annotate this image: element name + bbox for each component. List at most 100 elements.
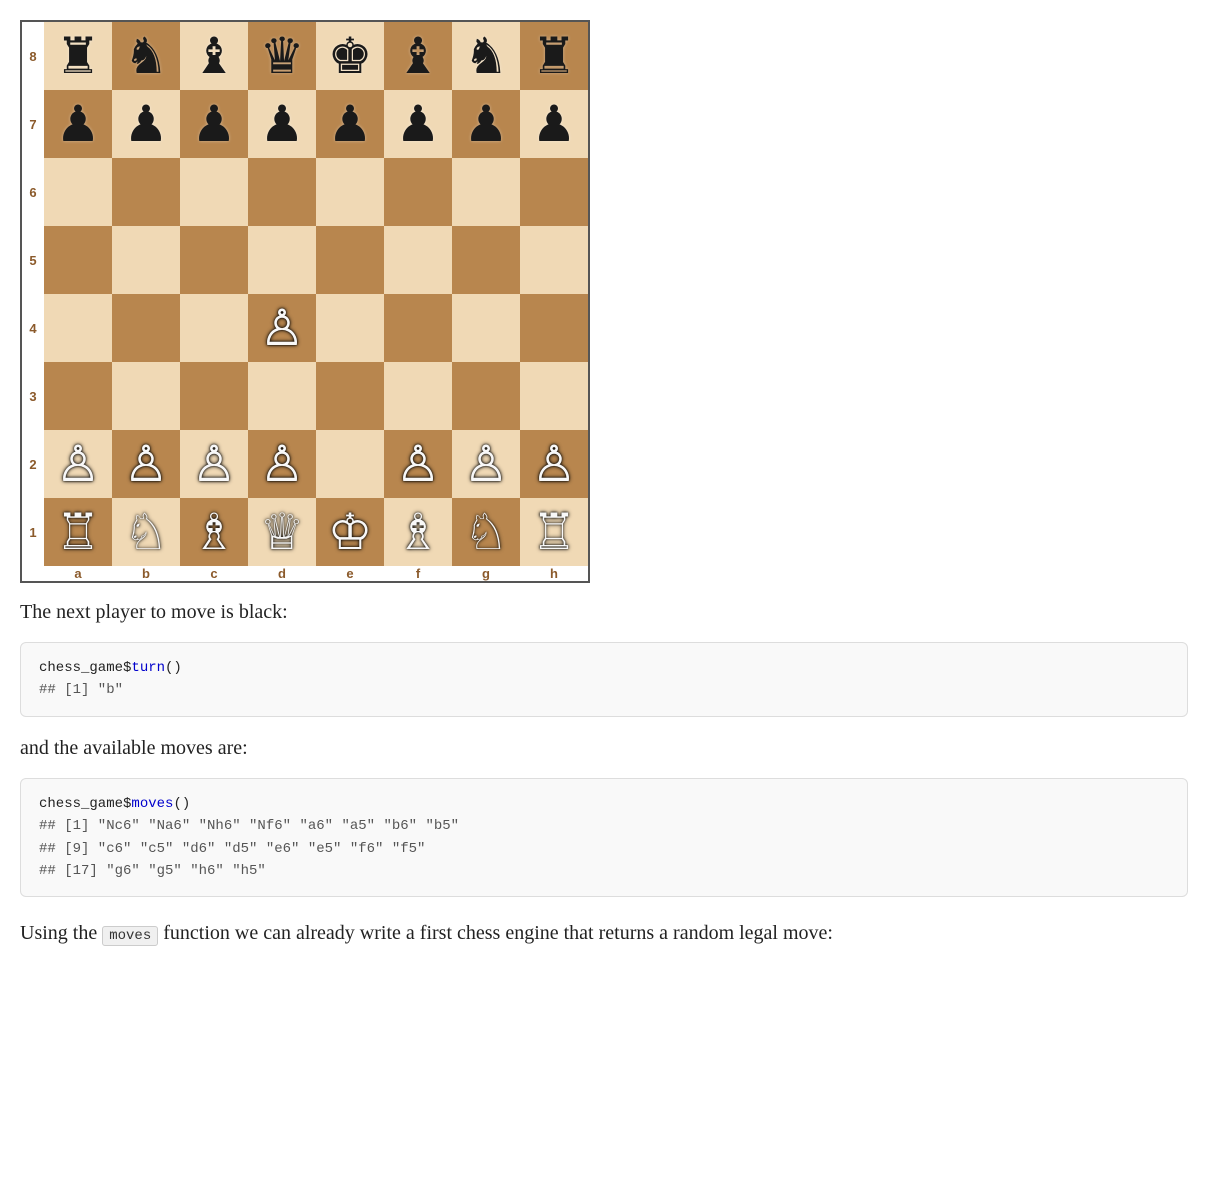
board-rank-4: 4♙ xyxy=(22,294,588,362)
square-a5 xyxy=(44,226,112,294)
square-g8: ♞ xyxy=(452,22,520,90)
square-b6 xyxy=(112,158,180,226)
square-f5 xyxy=(384,226,452,294)
square-f2: ♙ xyxy=(384,430,452,498)
black-pawn-b7: ♟ xyxy=(124,99,169,149)
white-rook-h1: ♖ xyxy=(532,507,577,557)
square-h3 xyxy=(520,362,588,430)
square-g1: ♘ xyxy=(452,498,520,566)
moves-code-line2: ## [1] "Nc6" "Na6" "Nh6" "Nf6" "a6" "a5"… xyxy=(39,815,1169,837)
turn-code-block: chess_game$turn() ## [1] "b" xyxy=(20,642,1188,717)
square-a6 xyxy=(44,158,112,226)
square-f8: ♝ xyxy=(384,22,452,90)
square-b1: ♘ xyxy=(112,498,180,566)
white-knight-g1: ♘ xyxy=(464,507,509,557)
square-g3 xyxy=(452,362,520,430)
black-pawn-c7: ♟ xyxy=(192,99,237,149)
square-b8: ♞ xyxy=(112,22,180,90)
square-h5 xyxy=(520,226,588,294)
black-rook-a8: ♜ xyxy=(56,31,101,81)
rank-label-3: 3 xyxy=(22,389,44,404)
moves-code-block: chess_game$moves() ## [1] "Nc6" "Na6" "N… xyxy=(20,778,1188,898)
square-d2: ♙ xyxy=(248,430,316,498)
file-labels-row: abcdefgh xyxy=(44,566,588,581)
black-rook-h8: ♜ xyxy=(532,31,577,81)
square-g4 xyxy=(452,294,520,362)
using-rest-text: function we can already write a first ch… xyxy=(163,922,833,944)
square-b5 xyxy=(112,226,180,294)
black-pawn-f7: ♟ xyxy=(396,99,441,149)
rank-label-4: 4 xyxy=(22,321,44,336)
white-pawn-d4: ♙ xyxy=(260,303,305,353)
square-e1: ♔ xyxy=(316,498,384,566)
chess-board-section: 8♜♞♝♛♚♝♞♜7♟♟♟♟♟♟♟♟654♙32♙♙♙♙♙♙♙1♖♘♗♕♔♗♘♖… xyxy=(20,20,1188,583)
square-h8: ♜ xyxy=(520,22,588,90)
square-e6 xyxy=(316,158,384,226)
black-knight-b8: ♞ xyxy=(124,31,169,81)
white-pawn-d2: ♙ xyxy=(260,439,305,489)
board-rank-1: 1♖♘♗♕♔♗♘♖ xyxy=(22,498,588,566)
chess-board-container: 8♜♞♝♛♚♝♞♜7♟♟♟♟♟♟♟♟654♙32♙♙♙♙♙♙♙1♖♘♗♕♔♗♘♖… xyxy=(20,20,1188,583)
square-d4: ♙ xyxy=(248,294,316,362)
square-c8: ♝ xyxy=(180,22,248,90)
white-rook-a1: ♖ xyxy=(56,507,101,557)
white-pawn-a2: ♙ xyxy=(56,439,101,489)
square-c1: ♗ xyxy=(180,498,248,566)
black-pawn-d7: ♟ xyxy=(260,99,305,149)
black-queen-d8: ♛ xyxy=(260,31,305,81)
file-label-c: c xyxy=(180,566,248,581)
file-label-b: b xyxy=(112,566,180,581)
square-f4 xyxy=(384,294,452,362)
file-label-a: a xyxy=(44,566,112,581)
square-h2: ♙ xyxy=(520,430,588,498)
white-bishop-c1: ♗ xyxy=(192,507,237,557)
white-pawn-c2: ♙ xyxy=(192,439,237,489)
square-g6 xyxy=(452,158,520,226)
rank-label-7: 7 xyxy=(22,117,44,132)
and-available-text: and the available moves are: xyxy=(20,737,1188,760)
file-label-f: f xyxy=(384,566,452,581)
rank-label-6: 6 xyxy=(22,185,44,200)
square-e7: ♟ xyxy=(316,90,384,158)
square-c4 xyxy=(180,294,248,362)
square-d1: ♕ xyxy=(248,498,316,566)
square-d3 xyxy=(248,362,316,430)
using-the-text: Using the xyxy=(20,922,97,944)
moves-code-line1: chess_game$moves() xyxy=(39,793,1169,815)
square-a7: ♟ xyxy=(44,90,112,158)
board-rank-6: 6 xyxy=(22,158,588,226)
black-bishop-f8: ♝ xyxy=(396,31,441,81)
white-knight-b1: ♘ xyxy=(124,507,169,557)
square-a2: ♙ xyxy=(44,430,112,498)
square-e8: ♚ xyxy=(316,22,384,90)
square-a1: ♖ xyxy=(44,498,112,566)
square-d5 xyxy=(248,226,316,294)
white-pawn-f2: ♙ xyxy=(396,439,441,489)
black-pawn-a7: ♟ xyxy=(56,99,101,149)
square-e3 xyxy=(316,362,384,430)
square-h7: ♟ xyxy=(520,90,588,158)
square-f3 xyxy=(384,362,452,430)
file-label-d: d xyxy=(248,566,316,581)
black-king-e8: ♚ xyxy=(328,31,373,81)
square-d8: ♛ xyxy=(248,22,316,90)
file-label-g: g xyxy=(452,566,520,581)
moves-code-line4: ## [17] "g6" "g5" "h6" "h5" xyxy=(39,860,1169,882)
moves-code-line3: ## [9] "c6" "c5" "d6" "d5" "e6" "e5" "f6… xyxy=(39,838,1169,860)
square-f7: ♟ xyxy=(384,90,452,158)
moves-inline-code: moves xyxy=(102,926,158,946)
board-rank-7: 7♟♟♟♟♟♟♟♟ xyxy=(22,90,588,158)
rank-label-5: 5 xyxy=(22,253,44,268)
black-pawn-h7: ♟ xyxy=(532,99,577,149)
white-bishop-f1: ♗ xyxy=(396,507,441,557)
board-rank-2: 2♙♙♙♙♙♙♙ xyxy=(22,430,588,498)
rank-label-1: 1 xyxy=(22,525,44,540)
square-g7: ♟ xyxy=(452,90,520,158)
square-c3 xyxy=(180,362,248,430)
board-rank-8: 8♜♞♝♛♚♝♞♜ xyxy=(22,22,588,90)
square-h4 xyxy=(520,294,588,362)
black-pawn-g7: ♟ xyxy=(464,99,509,149)
square-g2: ♙ xyxy=(452,430,520,498)
square-d6 xyxy=(248,158,316,226)
rank-label-2: 2 xyxy=(22,457,44,472)
